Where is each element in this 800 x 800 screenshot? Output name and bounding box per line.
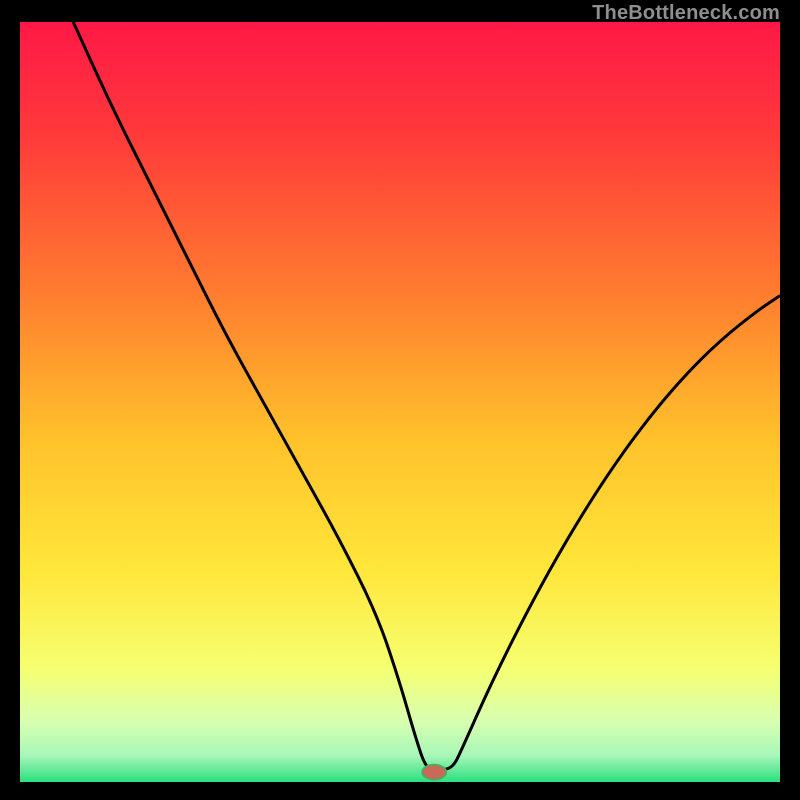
chart-frame: TheBottleneck.com <box>0 0 800 800</box>
plot-area <box>20 22 780 782</box>
plot-svg <box>20 22 780 782</box>
gradient-background <box>20 22 780 782</box>
curve-minimum-marker <box>422 765 446 780</box>
